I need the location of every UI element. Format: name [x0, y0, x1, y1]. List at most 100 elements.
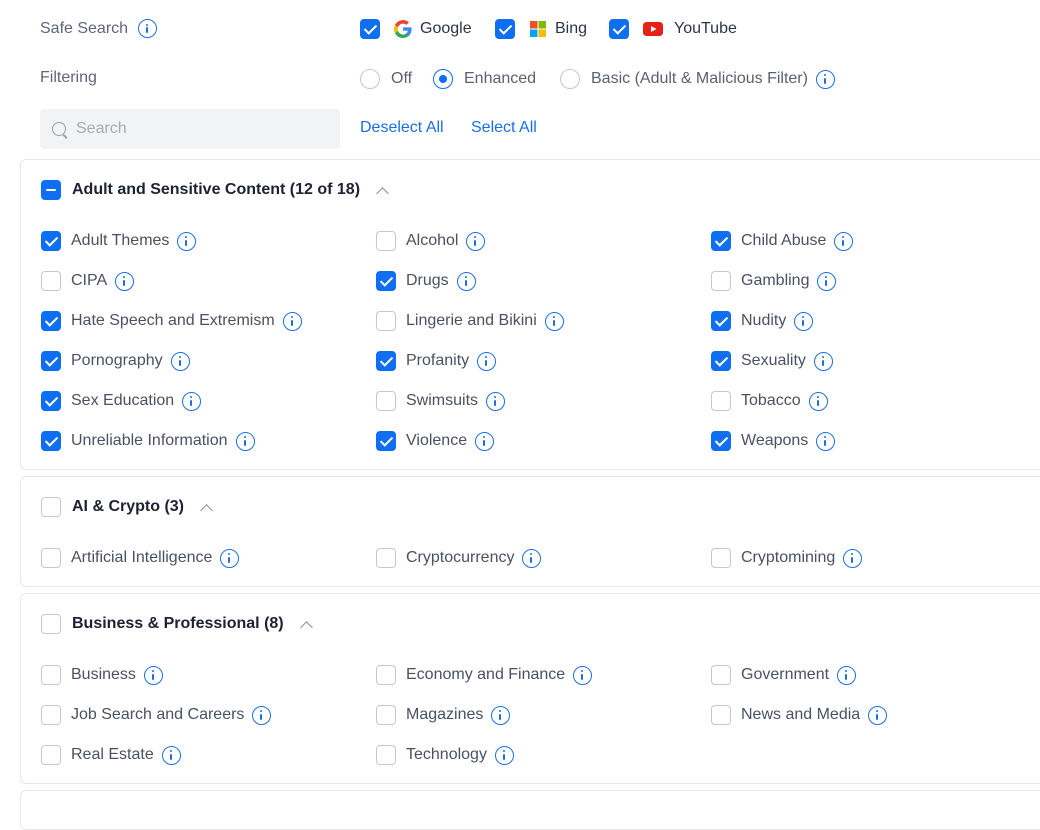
- section-header[interactable]: AI & Crypto (3): [41, 497, 213, 517]
- info-icon[interactable]: [143, 665, 163, 685]
- info-icon[interactable]: [494, 745, 514, 765]
- category-item[interactable]: Real Estate: [41, 745, 181, 765]
- category-checkbox[interactable]: [376, 665, 396, 685]
- youtube-checkbox[interactable]: [609, 19, 629, 39]
- category-item[interactable]: Adult Themes: [41, 231, 197, 251]
- section-select-checkbox[interactable]: [41, 614, 61, 634]
- category-item[interactable]: Sex Education: [41, 391, 202, 411]
- category-item[interactable]: Job Search and Careers: [41, 705, 272, 725]
- category-checkbox[interactable]: [376, 431, 396, 451]
- category-checkbox[interactable]: [376, 271, 396, 291]
- category-checkbox[interactable]: [711, 271, 731, 291]
- info-icon[interactable]: [816, 431, 836, 451]
- google-checkbox[interactable]: [360, 19, 380, 39]
- section-select-checkbox[interactable]: [41, 497, 61, 517]
- bing-checkbox[interactable]: [495, 19, 515, 39]
- category-item[interactable]: Cryptomining: [711, 548, 863, 568]
- info-icon[interactable]: [456, 271, 476, 291]
- filter-basic-option[interactable]: Basic (Adult & Malicious Filter): [560, 69, 835, 89]
- search-input[interactable]: [74, 119, 318, 139]
- info-icon[interactable]: [837, 665, 857, 685]
- category-item[interactable]: Nudity: [711, 311, 814, 331]
- category-item[interactable]: Alcohol: [376, 231, 486, 251]
- category-item[interactable]: Gambling: [711, 271, 837, 291]
- filter-enhanced-radio[interactable]: [433, 69, 453, 89]
- category-checkbox[interactable]: [41, 311, 61, 331]
- info-icon[interactable]: [282, 311, 302, 331]
- section-header[interactable]: Adult and Sensitive Content (12 of 18): [41, 180, 389, 200]
- info-icon[interactable]: [161, 745, 181, 765]
- category-item[interactable]: Artificial Intelligence: [41, 548, 240, 568]
- category-checkbox[interactable]: [41, 745, 61, 765]
- engine-google[interactable]: Google: [360, 19, 472, 39]
- info-icon[interactable]: [475, 431, 495, 451]
- category-item[interactable]: Cryptocurrency: [376, 548, 542, 568]
- info-icon[interactable]: [817, 271, 837, 291]
- info-icon[interactable]: [808, 391, 828, 411]
- category-checkbox[interactable]: [711, 548, 731, 568]
- info-icon[interactable]: [170, 351, 190, 371]
- info-icon[interactable]: [868, 705, 888, 725]
- category-item[interactable]: Profanity: [376, 351, 497, 371]
- category-checkbox[interactable]: [41, 231, 61, 251]
- category-checkbox[interactable]: [711, 351, 731, 371]
- category-checkbox[interactable]: [711, 391, 731, 411]
- info-icon[interactable]: [138, 19, 158, 38]
- category-checkbox[interactable]: [376, 391, 396, 411]
- engine-youtube[interactable]: YouTube: [609, 19, 737, 39]
- category-item[interactable]: CIPA: [41, 271, 135, 291]
- category-item[interactable]: Pornography: [41, 351, 190, 371]
- category-checkbox[interactable]: [376, 351, 396, 371]
- info-icon[interactable]: [834, 231, 854, 251]
- select-all-link[interactable]: Select All: [471, 119, 537, 137]
- search-box[interactable]: [40, 109, 340, 149]
- category-item[interactable]: Lingerie and Bikini: [376, 311, 564, 331]
- category-checkbox[interactable]: [711, 705, 731, 725]
- info-icon[interactable]: [491, 705, 511, 725]
- filter-off-radio[interactable]: [360, 69, 380, 89]
- category-item[interactable]: Drugs: [376, 271, 476, 291]
- category-item[interactable]: Economy and Finance: [376, 665, 593, 685]
- info-icon[interactable]: [794, 311, 814, 331]
- category-checkbox[interactable]: [41, 665, 61, 685]
- info-icon[interactable]: [177, 231, 197, 251]
- category-item[interactable]: Hate Speech and Extremism: [41, 311, 302, 331]
- category-checkbox[interactable]: [376, 705, 396, 725]
- category-item[interactable]: Swimsuits: [376, 391, 506, 411]
- category-checkbox[interactable]: [41, 391, 61, 411]
- category-item[interactable]: Violence: [376, 431, 495, 451]
- category-item[interactable]: Unreliable Information: [41, 431, 255, 451]
- section-select-checkbox[interactable]: [41, 180, 61, 200]
- category-item[interactable]: Sexuality: [711, 351, 833, 371]
- chevron-up-icon[interactable]: [200, 503, 213, 517]
- info-icon[interactable]: [182, 391, 202, 411]
- category-item[interactable]: Weapons: [711, 431, 836, 451]
- info-icon[interactable]: [486, 391, 506, 411]
- category-checkbox[interactable]: [376, 311, 396, 331]
- category-checkbox[interactable]: [711, 311, 731, 331]
- category-checkbox[interactable]: [711, 665, 731, 685]
- category-item[interactable]: Government: [711, 665, 857, 685]
- category-checkbox[interactable]: [711, 431, 731, 451]
- info-icon[interactable]: [843, 548, 863, 568]
- category-checkbox[interactable]: [41, 351, 61, 371]
- deselect-all-link[interactable]: Deselect All: [360, 119, 444, 137]
- category-checkbox[interactable]: [376, 231, 396, 251]
- engine-bing[interactable]: Bing: [495, 19, 587, 39]
- chevron-up-icon[interactable]: [299, 620, 313, 634]
- category-item[interactable]: Child Abuse: [711, 231, 854, 251]
- category-item[interactable]: Tobacco: [711, 391, 828, 411]
- info-icon[interactable]: [544, 311, 564, 331]
- info-icon[interactable]: [813, 351, 833, 371]
- info-icon[interactable]: [522, 548, 542, 568]
- category-checkbox[interactable]: [711, 231, 731, 251]
- category-checkbox[interactable]: [376, 745, 396, 765]
- category-item[interactable]: Business: [41, 665, 163, 685]
- category-checkbox[interactable]: [41, 548, 61, 568]
- category-checkbox[interactable]: [41, 705, 61, 725]
- category-item[interactable]: Technology: [376, 745, 514, 765]
- filter-enhanced-option[interactable]: Enhanced: [433, 69, 536, 89]
- info-icon[interactable]: [477, 351, 497, 371]
- chevron-up-icon[interactable]: [376, 186, 389, 200]
- info-icon[interactable]: [235, 431, 255, 451]
